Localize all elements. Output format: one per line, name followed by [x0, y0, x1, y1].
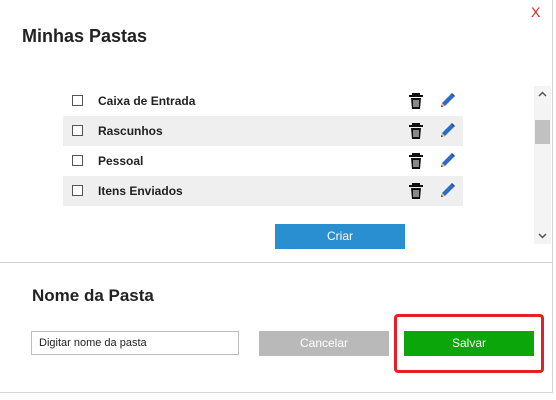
- trash-icon[interactable]: [408, 122, 424, 140]
- section-divider: [0, 262, 552, 263]
- dialog-title: Minhas Pastas: [22, 26, 148, 46]
- folder-name-input[interactable]: [31, 331, 239, 355]
- folder-label: Itens Enviados: [98, 184, 183, 198]
- save-button[interactable]: Salvar: [404, 331, 534, 356]
- folder-name-title: Nome da Pasta: [32, 286, 154, 305]
- trash-icon[interactable]: [408, 182, 424, 200]
- cancel-button[interactable]: Cancelar: [259, 331, 389, 356]
- pencil-icon[interactable]: [438, 182, 456, 200]
- chevron-up-icon[interactable]: [534, 86, 551, 103]
- folder-list: Caixa de Entrada Rascunhos Pessoal Itens…: [0, 86, 534, 246]
- pencil-icon[interactable]: [438, 92, 456, 110]
- folder-row: Itens Enviados: [63, 176, 463, 206]
- scrollbar-thumb[interactable]: [535, 120, 550, 144]
- list-scrollbar[interactable]: [534, 86, 551, 244]
- folder-label: Pessoal: [98, 154, 144, 168]
- folder-label: Caixa de Entrada: [98, 94, 196, 108]
- folder-checkbox[interactable]: [72, 125, 83, 136]
- close-button[interactable]: X: [531, 4, 543, 20]
- folder-row: Rascunhos: [63, 116, 463, 146]
- trash-icon[interactable]: [408, 152, 424, 170]
- pencil-icon[interactable]: [438, 122, 456, 140]
- folder-checkbox[interactable]: [72, 95, 83, 106]
- folder-label: Rascunhos: [98, 124, 163, 138]
- folder-checkbox[interactable]: [72, 155, 83, 166]
- folder-row: Pessoal: [63, 146, 463, 176]
- create-button[interactable]: Criar: [275, 224, 405, 249]
- pencil-icon[interactable]: [438, 152, 456, 170]
- chevron-down-icon[interactable]: [534, 227, 551, 244]
- trash-icon[interactable]: [408, 92, 424, 110]
- folders-dialog: X Minhas Pastas Caixa de Entrada Rascunh…: [0, 0, 553, 393]
- folder-row: Caixa de Entrada: [63, 86, 463, 116]
- folder-checkbox[interactable]: [72, 185, 83, 196]
